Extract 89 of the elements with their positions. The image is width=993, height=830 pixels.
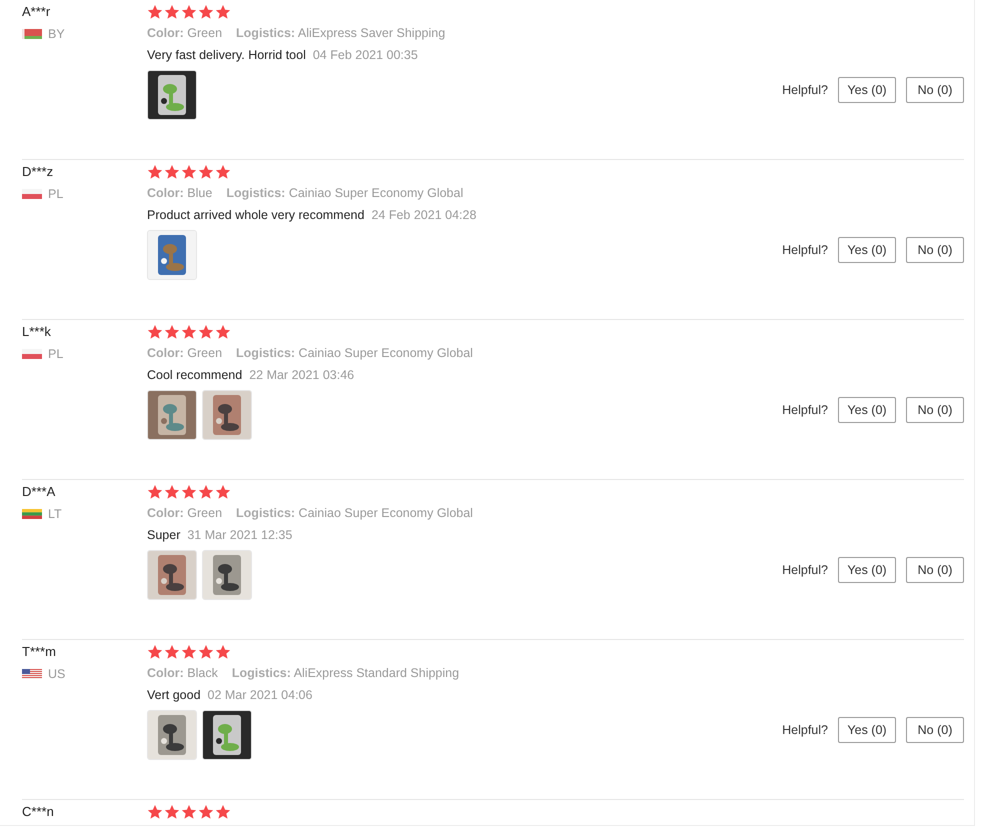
flag-icon (22, 189, 42, 199)
country-code: LT (48, 507, 62, 521)
color-attribute: Color: Green (147, 346, 222, 360)
flag-icon (22, 509, 42, 519)
logistics-attribute: Logistics: Cainiao Super Economy Global (236, 506, 473, 520)
star-icon (147, 324, 163, 340)
star-icon (198, 324, 214, 340)
star-icon (147, 4, 163, 20)
star-icon (164, 644, 180, 660)
review-date: 24 Feb 2021 04:28 (371, 208, 476, 222)
country-code: BY (48, 27, 65, 41)
reviewer-name: T***m (22, 644, 56, 659)
star-icon (215, 4, 231, 20)
logistics-attribute: Logistics: Cainiao Super Economy Global (236, 346, 473, 360)
star-icon (181, 324, 197, 340)
review-date: 31 Mar 2021 12:35 (187, 528, 292, 542)
review-date: 22 Mar 2021 03:46 (249, 368, 354, 382)
flag-icon (22, 349, 42, 359)
star-icon (181, 644, 197, 660)
color-attribute: Color: Black (147, 666, 218, 680)
star-icon (181, 804, 197, 820)
no-button[interactable]: No (0) (906, 237, 964, 263)
review-date: 02 Mar 2021 04:06 (208, 688, 312, 702)
photo-thumbnail[interactable] (147, 390, 197, 440)
star-icon (215, 804, 231, 820)
review-text: Cool recommend (147, 368, 242, 382)
star-icon (147, 164, 163, 180)
yes-button[interactable]: Yes (0) (838, 77, 896, 103)
reviewer-name: A***r (22, 4, 50, 19)
yes-button[interactable]: Yes (0) (838, 557, 896, 583)
star-icon (198, 804, 214, 820)
no-button[interactable]: No (0) (906, 397, 964, 423)
star-icon (181, 4, 197, 20)
star-icon (215, 644, 231, 660)
photo-thumbnail[interactable] (202, 710, 252, 760)
color-attribute: Color: Green (147, 506, 222, 520)
reviewer-name: D***A (22, 484, 56, 499)
star-icon (147, 484, 163, 500)
photo-thumbnail[interactable] (202, 550, 252, 600)
no-button[interactable]: No (0) (906, 77, 964, 103)
reviewer-name: D***z (22, 164, 54, 179)
review-text: Vert good (147, 688, 201, 702)
star-icon (198, 484, 214, 500)
star-icon (164, 324, 180, 340)
star-icon (198, 644, 214, 660)
flag-icon (22, 29, 42, 39)
star-icon (164, 164, 180, 180)
star-icon (181, 484, 197, 500)
logistics-attribute: Logistics: Cainiao Super Economy Global (226, 186, 464, 200)
star-icon (198, 4, 214, 20)
photo-thumbnail[interactable] (147, 230, 197, 280)
reviewer-name: L***k (22, 324, 51, 339)
star-icon (215, 164, 231, 180)
helpful-label: Helpful? (782, 563, 828, 577)
country-code: US (48, 667, 66, 681)
helpful-label: Helpful? (782, 723, 828, 737)
star-icon (215, 484, 231, 500)
photo-thumbnail[interactable] (147, 710, 197, 760)
star-icon (181, 164, 197, 180)
star-icon (164, 4, 180, 20)
country-code: PL (48, 347, 64, 361)
review-text: Very fast delivery. Horrid tool (147, 48, 306, 62)
yes-button[interactable]: Yes (0) (838, 237, 896, 263)
star-icon (198, 164, 214, 180)
no-button[interactable]: No (0) (906, 717, 964, 743)
star-icon (215, 324, 231, 340)
yes-button[interactable]: Yes (0) (838, 717, 896, 743)
color-attribute: Color: Blue (147, 186, 212, 200)
country-code: PL (48, 187, 64, 201)
helpful-label: Helpful? (782, 243, 828, 257)
yes-button[interactable]: Yes (0) (838, 397, 896, 423)
helpful-label: Helpful? (782, 403, 828, 417)
no-button[interactable]: No (0) (906, 557, 964, 583)
logistics-attribute: Logistics: AliExpress Saver Shipping (236, 26, 446, 40)
photo-thumbnail[interactable] (147, 550, 197, 600)
star-icon (147, 644, 163, 660)
flag-icon (22, 669, 42, 679)
star-icon (164, 484, 180, 500)
review-date: 04 Feb 2021 00:35 (312, 48, 418, 62)
logistics-attribute: Logistics: AliExpress Standard Shipping (232, 666, 460, 680)
photo-thumbnail[interactable] (147, 70, 197, 120)
color-attribute: Color: Green (147, 26, 222, 40)
reviewer-name: C***n (22, 804, 54, 819)
review-text: Product arrived whole very recommend (147, 208, 364, 222)
star-icon (164, 804, 180, 820)
photo-thumbnail[interactable] (202, 390, 252, 440)
helpful-label: Helpful? (782, 83, 828, 97)
star-icon (147, 804, 163, 820)
review-text: Super (147, 528, 180, 542)
